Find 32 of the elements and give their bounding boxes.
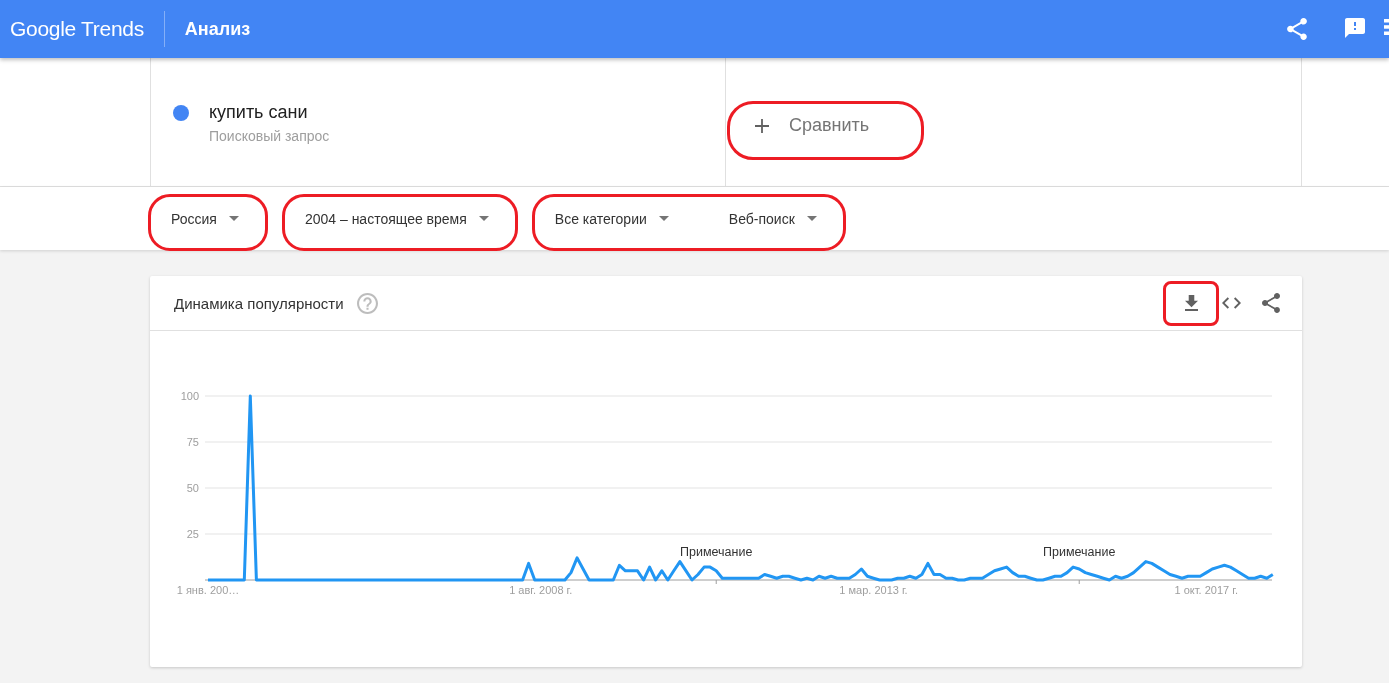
caret-icon — [806, 216, 817, 221]
plus-icon — [755, 118, 769, 133]
menu-icon[interactable] — [1384, 19, 1389, 35]
x-axis-label: 1 мар. 2013 г. — [839, 584, 908, 596]
help-icon[interactable] — [356, 292, 378, 314]
download-icon[interactable] — [1184, 295, 1198, 311]
card-title: Динамика популярности — [174, 294, 344, 312]
share-icon[interactable] — [1262, 293, 1280, 313]
note-label[interactable]: Примечание — [680, 545, 753, 559]
share-icon[interactable] — [1287, 18, 1307, 40]
page-title: Анализ — [184, 18, 251, 40]
caret-icon — [478, 216, 489, 221]
y-axis-label: 100 — [180, 390, 199, 402]
y-axis-label: 50 — [186, 482, 199, 494]
caret-icon — [658, 216, 669, 221]
note-label[interactable]: Примечание — [1043, 545, 1116, 559]
filter-dropdown[interactable]: Россия — [161, 210, 249, 227]
x-axis-label: 1 авг. 2008 г. — [509, 584, 573, 596]
compare-button[interactable]: Сравнить — [755, 115, 870, 136]
caret-icon — [228, 216, 239, 221]
filter-dropdown[interactable]: Веб-поиск — [718, 210, 827, 227]
filter-dropdown[interactable]: Все категории — [544, 210, 679, 227]
feedback-icon[interactable] — [1345, 17, 1365, 38]
x-axis-label: 1 окт. 2017 г. — [1174, 584, 1238, 596]
y-axis-label: 25 — [186, 528, 199, 540]
logo[interactable]: Google Trends — [10, 17, 144, 41]
embed-code-icon[interactable] — [1221, 297, 1241, 309]
x-axis-label: 1 янв. 200… — [176, 584, 240, 596]
search-term[interactable]: купить сани — [209, 101, 330, 123]
term-type-label: Поисковый запрос — [209, 127, 330, 145]
filter-dropdown[interactable]: 2004 – настоящее время — [294, 210, 499, 227]
y-axis-label: 75 — [186, 436, 199, 448]
